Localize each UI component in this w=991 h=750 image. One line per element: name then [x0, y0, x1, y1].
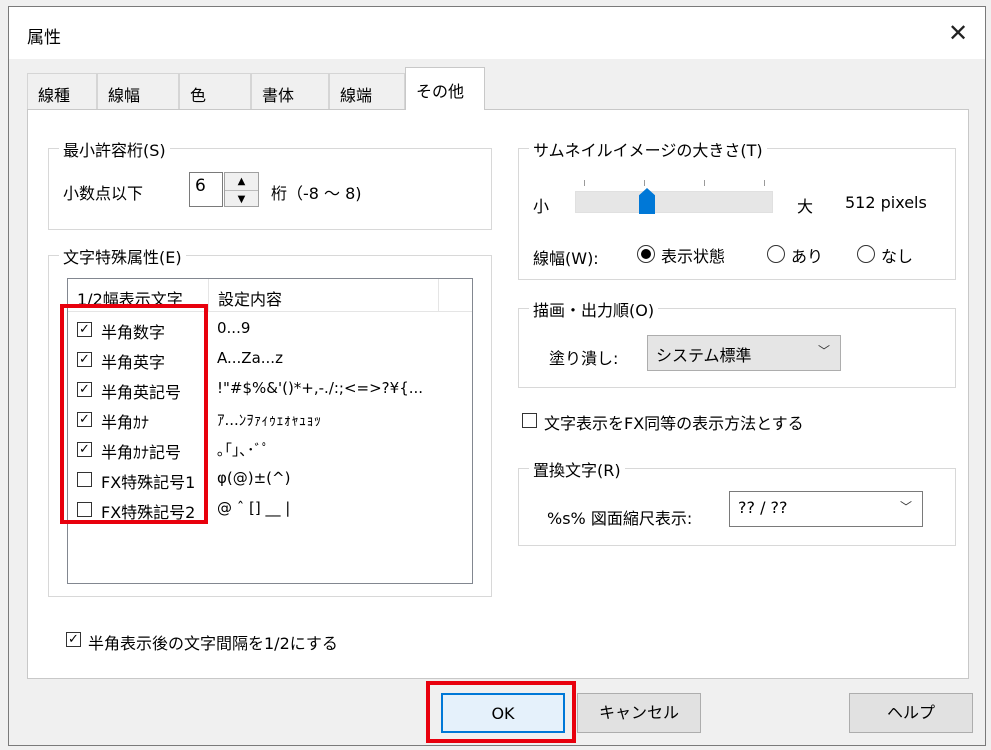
thumbnail-size-title: サムネイルイメージの大きさ(T)	[529, 137, 767, 161]
row-value: !"#$%&'()*+,-./:;<=>?¥{...	[217, 379, 424, 397]
fx-display-checkbox[interactable]	[522, 413, 537, 428]
checkbox-half-symbol[interactable]: ✓	[77, 382, 92, 397]
thumbnail-size-value: 512 pixels	[845, 193, 927, 212]
digits-range-label: 桁（-8 ～ 8)	[271, 184, 362, 203]
fx-display-label: 文字表示をFX同等の表示方法とする	[544, 414, 804, 433]
checkbox-fx-symbol-2[interactable]	[77, 502, 92, 517]
title-bar: 属性 ✕	[9, 7, 985, 59]
tab-line-type[interactable]: 線種	[27, 73, 97, 109]
slider-tick	[764, 180, 765, 186]
scale-display-label: %s% 図面縮尺表示:	[547, 509, 693, 528]
half-spacing-checkbox[interactable]: ✓	[66, 632, 81, 647]
radio-display-state[interactable]	[637, 245, 655, 263]
chevron-down-icon: ﹀	[817, 344, 830, 358]
replace-char-title: 置換文字(R)	[529, 457, 625, 481]
close-icon[interactable]: ✕	[943, 19, 973, 49]
fill-order-select[interactable]: システム標準 ﹀	[647, 335, 841, 371]
slider-tick	[644, 180, 645, 186]
scale-display-select[interactable]: ?? / ?? ﹀	[729, 491, 923, 527]
radio-yes[interactable]	[767, 245, 785, 263]
row-value: @ ˆ [] __ |	[217, 499, 291, 517]
row-value: ｱ...ﾝｦｧｨｩｪｫｬｭｮｯ	[217, 411, 322, 429]
decimal-digits-input[interactable]: 6	[189, 172, 223, 207]
radio-none[interactable]	[857, 245, 875, 263]
row-value: ｡｢｣､･ﾞﾟ	[217, 441, 270, 459]
draw-order-group: 描画・出力順(O) 塗り潰し: システム標準 ﹀	[518, 297, 956, 388]
fill-label: 塗り潰し:	[549, 349, 619, 368]
row-label: FX特殊記号2	[101, 503, 196, 522]
column-header-chars[interactable]: 1/2幅表示文字	[77, 286, 183, 310]
line-width-label: 線幅(W):	[533, 249, 599, 268]
tab-panel-other: 最小許容桁(S) 小数点以下 6 ▲ ▼ 桁（-8 ～ 8) 文字特殊属性(E)…	[27, 109, 969, 679]
checkbox-half-digit[interactable]: ✓	[77, 322, 92, 337]
radio-yes-label: あり	[791, 247, 824, 266]
thumbnail-size-slider[interactable]	[575, 180, 773, 214]
tab-line-end[interactable]: 線端	[329, 73, 405, 109]
properties-dialog: 属性 ✕ 線種 線幅 色 書体 線端 その他 最小許容桁(S) 小数点以下 6 …	[8, 6, 986, 746]
radio-none-label: なし	[881, 247, 914, 266]
chevron-down-icon: ﹀	[899, 500, 912, 514]
min-digits-group: 最小許容桁(S) 小数点以下 6 ▲ ▼ 桁（-8 ～ 8)	[48, 137, 492, 230]
row-value: 0...9	[217, 319, 251, 337]
char-attr-group: 文字特殊属性(E) 1/2幅表示文字 設定内容 ✓ 半角数字 0...9 ✓ 半…	[48, 244, 492, 597]
checkbox-half-kana[interactable]: ✓	[77, 412, 92, 427]
tab-line-width[interactable]: 線幅	[97, 73, 179, 109]
list-item[interactable]: FX特殊記号1 φ(@)±(^)	[68, 465, 472, 495]
row-label: 半角英字	[101, 353, 166, 372]
slider-min-label: 小	[533, 197, 550, 216]
list-item[interactable]: ✓ 半角ｶﾅ記号 ｡｢｣､･ﾞﾟ	[68, 435, 472, 465]
row-label: 半角英記号	[101, 383, 182, 402]
scale-display-value: ?? / ??	[738, 498, 788, 517]
checkbox-half-kana-symbol[interactable]: ✓	[77, 442, 92, 457]
dialog-title: 属性	[27, 28, 61, 48]
column-separator	[438, 279, 439, 312]
fill-order-value: システム標準	[656, 346, 752, 365]
list-item[interactable]: ✓ 半角英字 A...Za...z	[68, 345, 472, 375]
char-attr-title: 文字特殊属性(E)	[59, 244, 186, 268]
slider-tick	[584, 180, 585, 186]
half-spacing-label: 半角表示後の文字間隔を1/2にする	[88, 634, 338, 653]
slider-max-label: 大	[797, 197, 814, 216]
tab-other[interactable]: その他	[405, 67, 485, 110]
decimal-spinner: ▲ ▼	[224, 172, 259, 207]
list-item[interactable]: ✓ 半角英記号 !"#$%&'()*+,-./:;<=>?¥{...	[68, 375, 472, 405]
column-separator	[208, 279, 209, 312]
row-label: 半角ｶﾅ記号	[101, 443, 182, 462]
slider-tick	[704, 180, 705, 186]
draw-order-title: 描画・出力順(O)	[529, 297, 659, 321]
row-value: A...Za...z	[217, 349, 283, 367]
checkbox-half-alpha[interactable]: ✓	[77, 352, 92, 367]
row-value: φ(@)±(^)	[217, 469, 291, 487]
tab-font[interactable]: 書体	[251, 73, 329, 109]
list-item[interactable]: FX特殊記号2 @ ˆ [] __ |	[68, 495, 472, 525]
list-item[interactable]: ✓ 半角数字 0...9	[68, 315, 472, 345]
column-header-settings[interactable]: 設定内容	[218, 286, 282, 310]
min-digits-title: 最小許容桁(S)	[59, 137, 170, 161]
cancel-button[interactable]: キャンセル	[577, 693, 701, 733]
row-label: 半角数字	[101, 323, 166, 342]
checkbox-fx-symbol-1[interactable]	[77, 472, 92, 487]
thumbnail-size-group: サムネイルイメージの大きさ(T) 小 大 512 pixels 線幅(W): 表…	[518, 137, 956, 280]
ok-button[interactable]: OK	[441, 693, 565, 733]
radio-display-state-label: 表示状態	[661, 247, 726, 266]
row-label: 半角ｶﾅ	[101, 413, 150, 432]
char-attr-list: 1/2幅表示文字 設定内容 ✓ 半角数字 0...9 ✓ 半角英字 A...Za…	[67, 278, 473, 584]
replace-char-group: 置換文字(R) %s% 図面縮尺表示: ?? / ?? ﹀	[518, 457, 956, 546]
row-label: FX特殊記号1	[101, 473, 196, 492]
help-button[interactable]: ヘルプ	[849, 693, 973, 733]
decimal-label: 小数点以下	[63, 184, 144, 203]
slider-thumb[interactable]	[639, 188, 655, 214]
list-header: 1/2幅表示文字 設定内容	[68, 279, 472, 312]
list-item[interactable]: ✓ 半角ｶﾅ ｱ...ﾝｦｧｨｩｪｫｬｭｮｯ	[68, 405, 472, 435]
tab-color[interactable]: 色	[179, 73, 251, 109]
spin-down-icon[interactable]: ▼	[225, 189, 258, 207]
spin-up-icon[interactable]: ▲	[225, 173, 258, 190]
